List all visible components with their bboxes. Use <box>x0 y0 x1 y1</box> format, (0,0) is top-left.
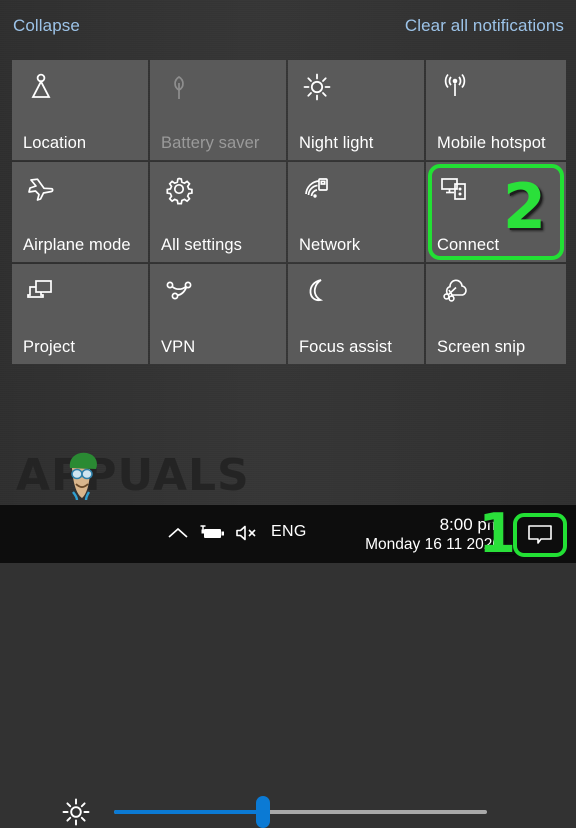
brightness-slider-thumb[interactable] <box>256 796 271 828</box>
tile-screen-snip[interactable]: Screen snip <box>426 264 566 364</box>
hotspot-icon <box>438 70 472 104</box>
tile-focus-assist[interactable]: Focus assist <box>288 264 424 364</box>
tile-label: VPN <box>161 338 196 356</box>
tile-night-light[interactable]: Night light <box>288 60 424 160</box>
language-indicator[interactable]: ENG <box>271 523 307 541</box>
collapse-link[interactable]: Collapse <box>13 16 80 36</box>
action-center-button[interactable] <box>513 513 567 557</box>
tile-network[interactable]: Network <box>288 162 424 262</box>
vpn-icon <box>162 274 196 308</box>
moon-icon <box>300 274 334 308</box>
airplane-icon <box>24 172 58 206</box>
speaker-muted-icon[interactable] <box>234 523 260 543</box>
annotation-step-2: 2 <box>502 170 546 243</box>
tile-location[interactable]: Location <box>12 60 148 160</box>
tile-mobile-hotspot[interactable]: Mobile hotspot <box>426 60 566 160</box>
brightness-control-row <box>0 392 576 828</box>
connect-icon <box>438 172 472 206</box>
clock-date: Monday 16 11 2020 <box>365 536 501 553</box>
tile-row: Airplane mode All settings Network Conne… <box>12 162 576 262</box>
clear-all-notifications-link[interactable]: Clear all notifications <box>405 16 564 36</box>
brightness-slider-fill <box>114 810 264 814</box>
chevron-up-icon[interactable] <box>167 525 189 541</box>
tile-label: Night light <box>299 134 374 152</box>
tile-row: Location Battery saver Night light Mobil… <box>12 60 576 160</box>
gear-icon <box>162 172 196 206</box>
battery-charging-icon[interactable] <box>198 523 226 543</box>
tile-label: Network <box>299 236 361 254</box>
tile-label: Project <box>23 338 76 356</box>
watermark-text: APPUALS <box>16 450 250 501</box>
notification-bubble-icon <box>527 524 553 546</box>
tile-battery-saver[interactable]: Battery saver <box>150 60 286 160</box>
tile-vpn[interactable]: VPN <box>150 264 286 364</box>
tile-label: Location <box>23 134 87 152</box>
tile-label: All settings <box>161 236 242 254</box>
tile-label: Airplane mode <box>23 236 131 254</box>
scissors-cloud-icon <box>438 274 472 308</box>
network-icon <box>300 172 334 206</box>
tile-label: Screen snip <box>437 338 526 356</box>
project-icon <box>24 274 58 308</box>
location-icon <box>24 70 58 104</box>
tile-all-settings[interactable]: All settings <box>150 162 286 262</box>
taskbar: ENG 8:00 pm Monday 16 11 2020 1 <box>0 505 576 563</box>
leaf-icon <box>162 70 196 104</box>
sun-icon <box>300 70 334 104</box>
tile-airplane-mode[interactable]: Airplane mode <box>12 162 148 262</box>
action-center-panel: Collapse Clear all notifications Locatio… <box>0 0 576 828</box>
tile-project[interactable]: Project <box>12 264 148 364</box>
brightness-slider[interactable] <box>114 796 487 828</box>
tile-row: Project VPN Focus assist Screen snip <box>12 264 576 364</box>
tile-connect[interactable]: Connect 2 <box>426 162 566 262</box>
watermark-mascot-icon <box>69 452 97 501</box>
tile-label: Focus assist <box>299 338 392 356</box>
tile-label: Mobile hotspot <box>437 134 546 152</box>
action-center-header: Collapse Clear all notifications <box>0 0 576 56</box>
clock-time: 8:00 pm <box>439 515 501 534</box>
appuals-watermark: APPUALS <box>16 450 250 501</box>
brightness-sun-icon <box>60 796 92 828</box>
tile-label: Connect <box>437 236 500 254</box>
quick-action-tile-grid: Location Battery saver Night light Mobil… <box>12 60 576 366</box>
clock[interactable]: 8:00 pm Monday 16 11 2020 <box>365 514 501 555</box>
tile-label: Battery saver <box>161 134 260 152</box>
